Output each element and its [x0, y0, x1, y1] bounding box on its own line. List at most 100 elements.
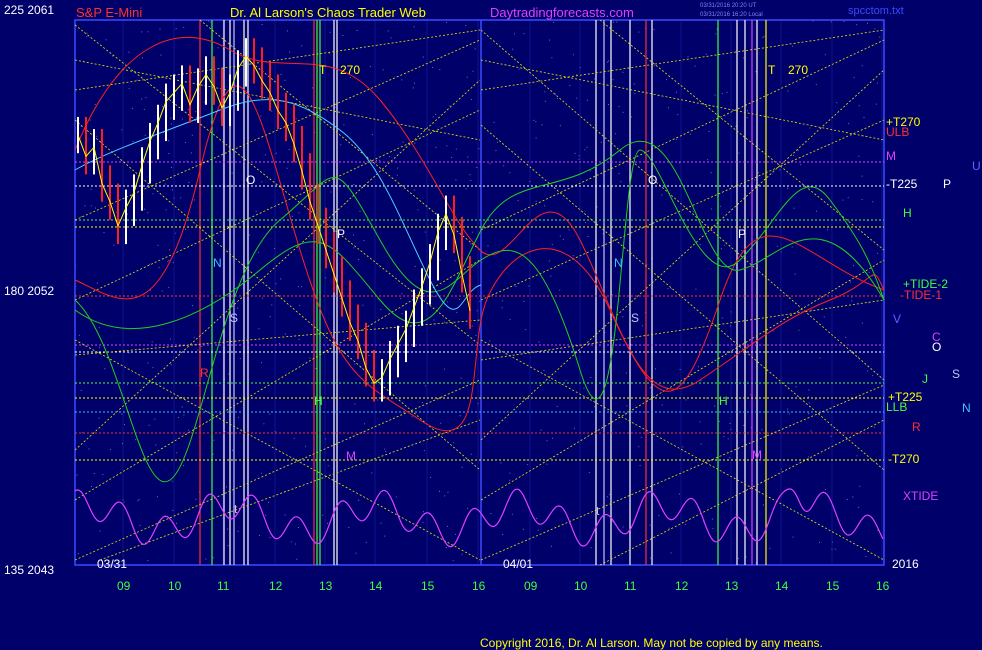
date-label: 03/31 — [97, 557, 127, 571]
noise-dot — [455, 533, 457, 535]
noise-dot — [483, 433, 485, 435]
noise-dot — [127, 384, 129, 386]
noise-dot — [295, 118, 297, 120]
noise-dot — [191, 134, 193, 136]
noise-dot — [104, 368, 106, 370]
noise-dot — [811, 309, 813, 311]
year-label: 2016 — [892, 557, 919, 571]
noise-dot — [401, 293, 403, 295]
noise-dot — [792, 536, 794, 538]
noise-dot — [90, 188, 92, 190]
noise-dot — [396, 174, 398, 176]
symbol-label: S&P E-Mini — [76, 5, 143, 20]
noise-dot — [528, 285, 530, 287]
noise-dot — [132, 108, 134, 109]
in-chart-label: T — [319, 63, 327, 77]
noise-dot — [446, 145, 448, 147]
noise-dot — [618, 106, 620, 108]
noise-dot — [261, 181, 263, 183]
noise-dot — [382, 69, 384, 71]
noise-dot — [84, 205, 86, 207]
noise-dot — [867, 22, 868, 24]
noise-dot — [262, 297, 263, 299]
noise-dot — [147, 212, 149, 214]
noise-dot — [487, 245, 489, 247]
noise-dot — [489, 340, 491, 342]
x-tick-label: 10 — [168, 579, 182, 593]
noise-dot — [446, 525, 448, 527]
x-tick-label: 13 — [725, 579, 739, 593]
noise-dot — [879, 36, 881, 38]
x-tick-label: 09 — [117, 579, 131, 593]
noise-dot — [449, 105, 451, 107]
noise-dot — [536, 517, 538, 519]
noise-dot — [112, 55, 114, 57]
noise-dot — [850, 281, 851, 283]
noise-dot — [847, 197, 849, 199]
x-tick-label: 15 — [421, 579, 435, 593]
noise-dot — [348, 527, 350, 528]
noise-dot — [583, 387, 585, 389]
gann-line — [74, 39, 481, 221]
noise-dot — [808, 389, 810, 391]
noise-dot — [453, 442, 455, 444]
noise-dot — [556, 98, 558, 100]
noise-dot — [170, 123, 172, 125]
noise-dot — [89, 119, 91, 121]
noise-dot — [708, 131, 710, 132]
noise-dot — [514, 33, 515, 35]
noise-dot — [684, 523, 686, 525]
noise-dot — [551, 243, 553, 245]
noise-dot — [280, 74, 282, 75]
noise-dot — [735, 125, 737, 127]
noise-dot — [414, 142, 416, 144]
noise-dot — [509, 472, 511, 474]
noise-dot — [171, 480, 173, 482]
xtide-line — [74, 488, 884, 548]
noise-dot — [301, 45, 303, 47]
noise-dot — [729, 423, 731, 424]
noise-dot — [284, 333, 286, 335]
noise-dot — [548, 260, 550, 262]
noise-dot — [439, 259, 441, 261]
noise-dot — [859, 485, 861, 487]
noise-dot — [176, 522, 177, 524]
website-label: Daytradingforecasts.com — [490, 5, 634, 20]
noise-dot — [816, 210, 817, 212]
noise-dot — [132, 140, 134, 142]
noise-dot — [655, 368, 656, 370]
noise-dot — [145, 97, 147, 99]
noise-dot — [462, 221, 464, 223]
noise-dot — [181, 118, 183, 120]
noise-dot — [258, 328, 260, 330]
noise-dot — [776, 245, 778, 247]
noise-dot — [676, 91, 678, 93]
noise-dot — [589, 170, 591, 172]
noise-dot — [726, 91, 728, 93]
right-label: O — [932, 340, 941, 354]
noise-dot — [249, 234, 251, 236]
noise-dot — [874, 28, 876, 30]
gann-line — [480, 259, 885, 501]
noise-dot — [188, 429, 189, 431]
noise-dot — [185, 228, 186, 230]
noise-dot — [271, 304, 273, 306]
noise-dot — [328, 52, 330, 54]
noise-dot — [559, 235, 561, 237]
noise-dot — [843, 21, 845, 22]
noise-dot — [714, 405, 716, 407]
noise-dot — [161, 290, 163, 292]
noise-dot — [500, 462, 502, 464]
noise-dot — [474, 48, 476, 50]
gann-line — [480, 384, 885, 561]
noise-dot — [724, 244, 726, 246]
noise-dot — [445, 547, 447, 549]
noise-dot — [109, 449, 111, 451]
noise-dot — [858, 506, 860, 508]
right-label: N — [962, 401, 971, 415]
noise-dot — [465, 25, 467, 27]
noise-dot — [353, 183, 355, 185]
noise-dot — [721, 317, 723, 319]
noise-dot — [296, 558, 298, 560]
noise-dot — [600, 141, 602, 143]
